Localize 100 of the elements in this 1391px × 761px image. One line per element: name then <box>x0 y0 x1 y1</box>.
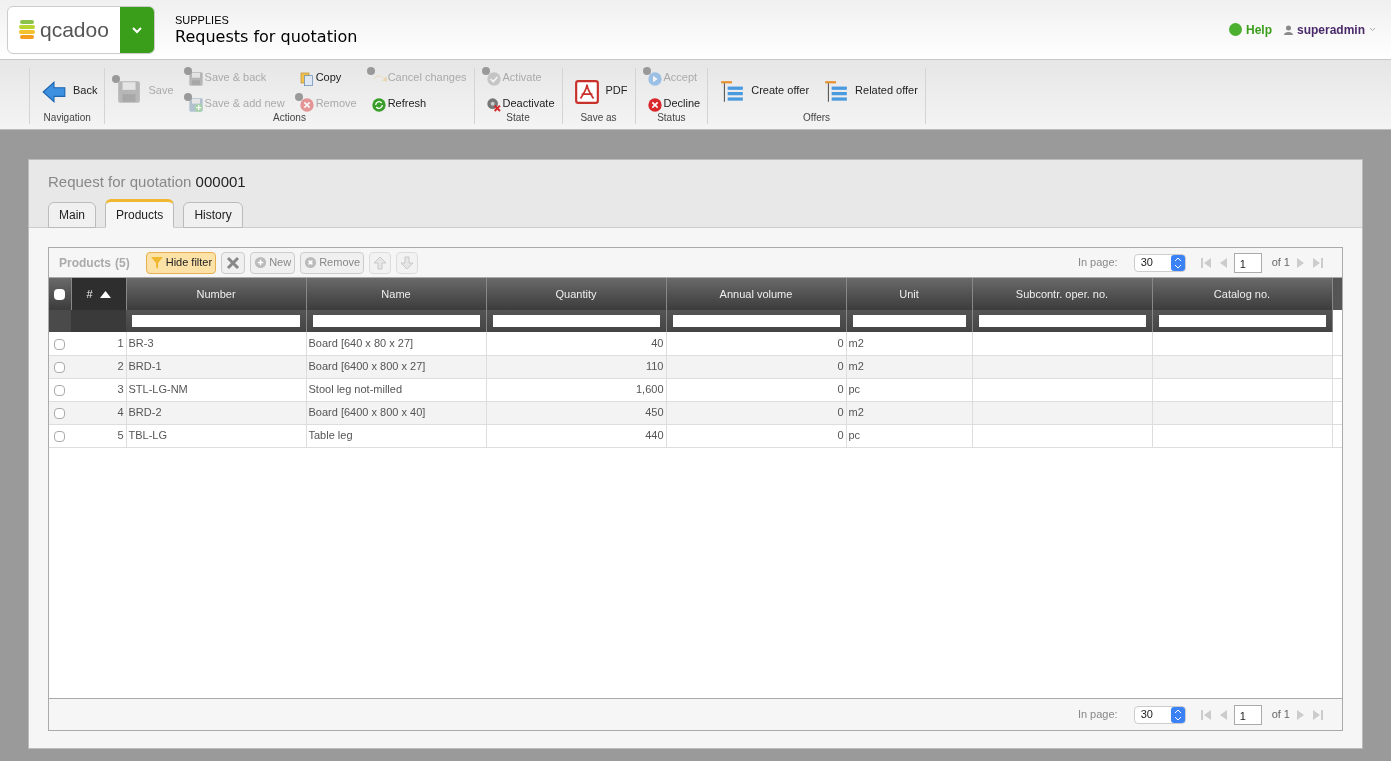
ribbon-group-label: Navigation <box>42 112 92 124</box>
filter-field[interactable] <box>1158 315 1326 327</box>
table-cell: m2 <box>848 406 864 419</box>
question-badge-icon <box>481 67 490 75</box>
table-cell: 5 <box>117 429 124 442</box>
table-cell: 450 <box>645 406 664 419</box>
funnel-icon <box>149 255 164 270</box>
question-badge-icon <box>112 75 121 83</box>
copy-pages-icon <box>298 71 315 87</box>
ribbon-button[interactable]: Related offer <box>816 75 921 105</box>
table-cell: Stool leg not-milled <box>308 383 403 396</box>
table-cell: 3 <box>117 383 124 396</box>
table-cell: BR-3 <box>128 337 154 349</box>
floppy-plus-icon <box>187 97 204 113</box>
table-row[interactable]: 4 BRD-2 Board [6400 x 800 x 40] 450 0 m2 <box>49 401 1342 424</box>
table-cell: 0 <box>837 429 844 442</box>
table-row[interactable]: 5 TBL-LG Table leg 440 0 pc <box>49 424 1342 447</box>
ribbon-group-label: Status <box>656 112 687 124</box>
table-cell: BRD-1 <box>128 360 162 373</box>
hide-filter-button[interactable]: Hide filter <box>145 251 217 274</box>
ribbon-group-label: Offers <box>802 112 832 124</box>
first-page-icon[interactable] <box>1199 708 1212 721</box>
next-page-icon[interactable] <box>1296 708 1306 721</box>
filter-field[interactable] <box>132 315 300 327</box>
table-cell: 0 <box>837 406 844 419</box>
first-page-icon[interactable] <box>1199 256 1212 269</box>
row-checkbox[interactable] <box>54 407 65 419</box>
stepper-icon <box>1170 706 1185 723</box>
table-cell: TBL-LG <box>128 429 167 442</box>
tab[interactable]: Main <box>48 202 96 228</box>
ribbon-group-label: Actions <box>272 112 307 124</box>
tab[interactable]: History <box>183 202 243 228</box>
filter-field[interactable] <box>852 315 966 327</box>
filter-field[interactable] <box>672 315 840 327</box>
table-cell: 0 <box>837 360 844 373</box>
ribbon-button[interactable]: Back <box>34 75 101 105</box>
chevron-down-icon <box>131 25 143 34</box>
help-icon <box>1228 23 1242 36</box>
column-header[interactable]: # <box>71 278 126 310</box>
table-cell: pc <box>848 383 861 396</box>
table-cell: STL-LG-NM <box>128 383 188 396</box>
ribbon-button[interactable]: Deactivate <box>478 93 558 113</box>
row-checkbox[interactable] <box>54 338 65 350</box>
question-badge-icon <box>642 67 651 75</box>
table-cell: 440 <box>645 429 664 442</box>
table-cell: m2 <box>848 337 864 349</box>
table-row[interactable]: 1 BR-3 Board [640 x 80 x 27] 40 0 m2 <box>49 332 1342 355</box>
table-row[interactable]: 2 BRD-1 Board [6400 x 800 x 27] 110 0 m2 <box>49 355 1342 378</box>
question-badge-icon <box>183 93 192 101</box>
tab[interactable]: Products <box>105 199 175 228</box>
table-cell: Table leg <box>308 429 353 442</box>
table-cell: BRD-2 <box>128 406 162 419</box>
list-icon <box>719 79 746 105</box>
page-size-select[interactable]: 30 <box>1133 705 1186 724</box>
page-size-select[interactable]: 30 <box>1133 253 1186 272</box>
page-count: of 1 <box>1271 707 1290 723</box>
table-cell: Board [6400 x 800 x 27] <box>308 360 426 373</box>
ribbon-button[interactable]: Copy <box>291 67 360 87</box>
row-checkbox[interactable] <box>54 430 65 442</box>
x-circle-icon <box>298 97 315 113</box>
page-number-field[interactable]: 1 <box>1233 252 1262 273</box>
filter-field[interactable] <box>312 315 480 327</box>
grid-count: (5) <box>115 254 130 272</box>
table-cell: 40 <box>651 337 664 349</box>
pdf-document-icon <box>573 79 600 105</box>
back-arrow-icon <box>41 79 67 105</box>
logo-menu-button[interactable]: qcadoo <box>7 5 155 54</box>
table-cell: 4 <box>117 406 124 419</box>
ribbon-button[interactable]: Create offer <box>712 75 813 105</box>
row-checkbox[interactable] <box>54 361 65 373</box>
logo-text: qcadoo <box>40 16 109 43</box>
ribbon-button[interactable]: Decline <box>639 93 704 113</box>
user-menu[interactable]: superadmin <box>1284 20 1376 39</box>
page-size-label: In page: <box>1077 707 1118 723</box>
grid-title: Products <box>59 254 111 272</box>
table-cell: 110 <box>645 360 664 373</box>
check-circle-icon <box>485 71 502 87</box>
last-page-icon[interactable] <box>1312 256 1324 269</box>
list-icon <box>823 79 850 105</box>
ribbon-group-label: State <box>505 112 531 124</box>
last-page-icon[interactable] <box>1312 708 1324 721</box>
filter-field[interactable] <box>492 315 660 327</box>
close-icon <box>225 254 242 271</box>
select-all-checkbox[interactable] <box>54 289 66 301</box>
question-badge-icon <box>294 93 303 101</box>
ribbon-button[interactable]: PDF <box>566 75 631 105</box>
row-checkbox[interactable] <box>54 384 65 396</box>
plus-circle-icon <box>254 256 268 269</box>
filter-row-corner <box>49 310 71 332</box>
page-number-field[interactable]: 1 <box>1233 704 1262 725</box>
table-row[interactable]: 3 STL-LG-NM Stool leg not-milled 1,600 0 pc <box>49 378 1342 401</box>
page-size-label: In page: <box>1077 255 1118 271</box>
next-page-icon[interactable] <box>1296 256 1306 269</box>
filter-field[interactable] <box>978 315 1146 327</box>
refresh-icon <box>370 97 387 113</box>
arrow-up-icon <box>373 255 388 270</box>
x-circle-icon <box>646 97 663 113</box>
clear-filter-button[interactable] <box>221 251 246 274</box>
ribbon-button[interactable]: Refresh <box>363 93 470 113</box>
page-title: Requests for quotation <box>175 26 358 47</box>
